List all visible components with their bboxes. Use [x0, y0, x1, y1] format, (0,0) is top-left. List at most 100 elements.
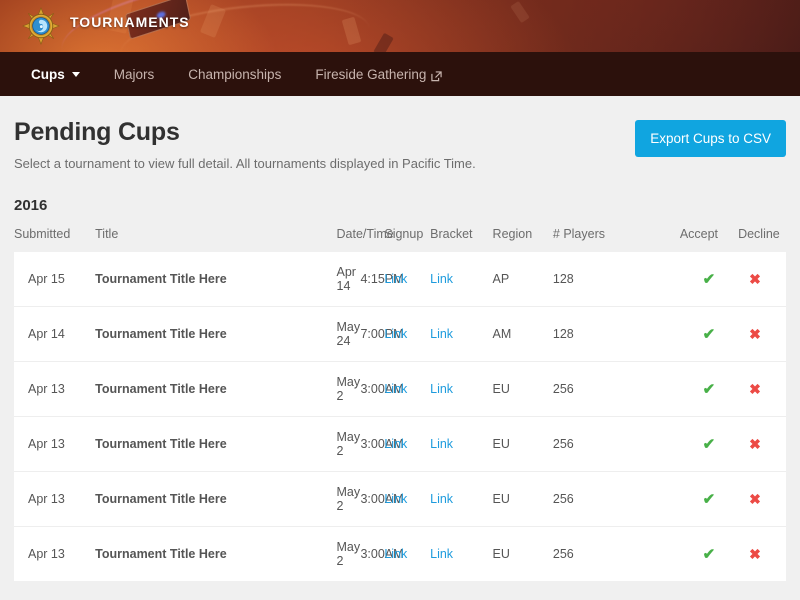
bracket-link[interactable]: Link: [430, 327, 453, 341]
cell-title: Tournament Title Here: [95, 417, 336, 472]
hearthstone-logo-icon[interactable]: [22, 7, 60, 45]
column-header-accept: Accept: [680, 217, 738, 252]
check-icon[interactable]: ✔: [703, 546, 716, 563]
cross-icon[interactable]: ✖: [749, 491, 761, 507]
bracket-link[interactable]: Link: [430, 382, 453, 396]
cell-date: May 2: [337, 527, 361, 582]
accept-button: ✔: [680, 307, 738, 362]
cell-region: EU: [493, 472, 553, 527]
cell-region: AP: [493, 252, 553, 307]
page-brand-title: TOURNAMENTS: [70, 14, 190, 30]
external-link-icon: [431, 70, 442, 81]
accept-button: ✔: [680, 417, 738, 472]
cross-icon[interactable]: ✖: [749, 546, 761, 562]
cell-players: 128: [553, 252, 680, 307]
year-heading: 2016: [14, 197, 786, 214]
cell-date: May 2: [337, 362, 361, 417]
cell-title: Tournament Title Here: [95, 527, 336, 582]
cross-icon[interactable]: ✖: [749, 271, 761, 287]
cell-time: 7:00PM: [360, 307, 384, 362]
table-row[interactable]: Apr 13Tournament Title HereMay 23:00AMLi…: [14, 362, 786, 417]
accept-button: ✔: [680, 252, 738, 307]
cell-date: Apr 14: [337, 252, 361, 307]
signup-link[interactable]: Link: [384, 327, 407, 341]
accept-button: ✔: [680, 362, 738, 417]
nav-item-label: Fireside Gathering: [315, 67, 426, 82]
cell-signup: Link: [384, 307, 430, 362]
column-header-bracket: Bracket: [430, 217, 492, 252]
cell-signup: Link: [384, 527, 430, 582]
signup-link[interactable]: Link: [384, 547, 407, 561]
page-content: Pending Cups Select a tournament to view…: [0, 96, 800, 600]
cell-players: 256: [553, 417, 680, 472]
cell-signup: Link: [384, 472, 430, 527]
cell-players: 256: [553, 472, 680, 527]
banner-ember-decoration: [373, 33, 394, 52]
cross-icon[interactable]: ✖: [749, 326, 761, 342]
column-header-decline: Decline: [738, 217, 786, 252]
signup-link[interactable]: Link: [384, 272, 407, 286]
signup-link[interactable]: Link: [384, 492, 407, 506]
cross-icon[interactable]: ✖: [749, 436, 761, 452]
site-banner: TOURNAMENTS: [0, 0, 800, 52]
table-row[interactable]: Apr 15Tournament Title HereApr 144:15PML…: [14, 252, 786, 307]
column-header-players: # Players: [553, 217, 680, 252]
table-row[interactable]: Apr 13Tournament Title HereMay 23:00AMLi…: [14, 527, 786, 582]
cell-time: 3:00AM: [360, 527, 384, 582]
cell-time: 3:00AM: [360, 362, 384, 417]
check-icon[interactable]: ✔: [703, 271, 716, 288]
bracket-link[interactable]: Link: [430, 437, 453, 451]
cell-players: 256: [553, 527, 680, 582]
cell-submitted: Apr 13: [14, 472, 95, 527]
table-row[interactable]: Apr 14Tournament Title HereMay 247:00PML…: [14, 307, 786, 362]
table-row[interactable]: Apr 13Tournament Title HereMay 23:00AMLi…: [14, 472, 786, 527]
bracket-link[interactable]: Link: [430, 547, 453, 561]
nav-item-cups[interactable]: Cups: [14, 52, 97, 96]
check-icon[interactable]: ✔: [703, 436, 716, 453]
cell-submitted: Apr 13: [14, 417, 95, 472]
nav-item-label: Championships: [188, 67, 281, 82]
table-header-row: SubmittedTitleDate/TimeSignupBracketRegi…: [14, 217, 786, 252]
check-icon[interactable]: ✔: [703, 491, 716, 508]
signup-link[interactable]: Link: [384, 382, 407, 396]
cell-bracket: Link: [430, 472, 492, 527]
decline-button: ✖: [738, 472, 786, 527]
cell-time: 3:00AM: [360, 472, 384, 527]
column-header-region: Region: [493, 217, 553, 252]
cell-submitted: Apr 15: [14, 252, 95, 307]
bracket-link[interactable]: Link: [430, 272, 453, 286]
cell-submitted: Apr 13: [14, 527, 95, 582]
cell-bracket: Link: [430, 252, 492, 307]
nav-item-label: Majors: [114, 67, 155, 82]
signup-link[interactable]: Link: [384, 437, 407, 451]
cell-time: 3:00AM: [360, 417, 384, 472]
table-row[interactable]: Apr 13Tournament Title HereMay 23:00AMLi…: [14, 417, 786, 472]
page-header-text: Pending Cups Select a tournament to view…: [14, 118, 476, 171]
cell-title: Tournament Title Here: [95, 252, 336, 307]
decline-button: ✖: [738, 417, 786, 472]
nav-item-championships[interactable]: Championships: [171, 52, 298, 96]
cell-title: Tournament Title Here: [95, 307, 336, 362]
page-header: Pending Cups Select a tournament to view…: [14, 96, 786, 171]
cell-signup: Link: [384, 362, 430, 417]
nav-item-majors[interactable]: Majors: [97, 52, 172, 96]
cell-bracket: Link: [430, 417, 492, 472]
column-header-signup: Signup: [384, 217, 430, 252]
main-navigation: Cups Majors Championships Fireside Gathe…: [0, 52, 800, 96]
cell-signup: Link: [384, 417, 430, 472]
decline-button: ✖: [738, 307, 786, 362]
cell-players: 256: [553, 362, 680, 417]
nav-item-fireside-gathering[interactable]: Fireside Gathering: [298, 52, 459, 96]
column-header-title: Title: [95, 217, 336, 252]
check-icon[interactable]: ✔: [703, 381, 716, 398]
check-icon[interactable]: ✔: [703, 326, 716, 343]
cell-bracket: Link: [430, 307, 492, 362]
cup-sections: 2016 SubmittedTitleDate/TimeSignupBracket…: [14, 197, 786, 600]
export-cups-to-csv-button[interactable]: Export Cups to CSV: [635, 120, 786, 157]
bracket-link[interactable]: Link: [430, 492, 453, 506]
cell-date: May 2: [337, 417, 361, 472]
cross-icon[interactable]: ✖: [749, 381, 761, 397]
cups-table: SubmittedTitleDate/TimeSignupBracketRegi…: [14, 217, 786, 581]
nav-item-label: Cups: [31, 67, 65, 82]
accept-button: ✔: [680, 527, 738, 582]
